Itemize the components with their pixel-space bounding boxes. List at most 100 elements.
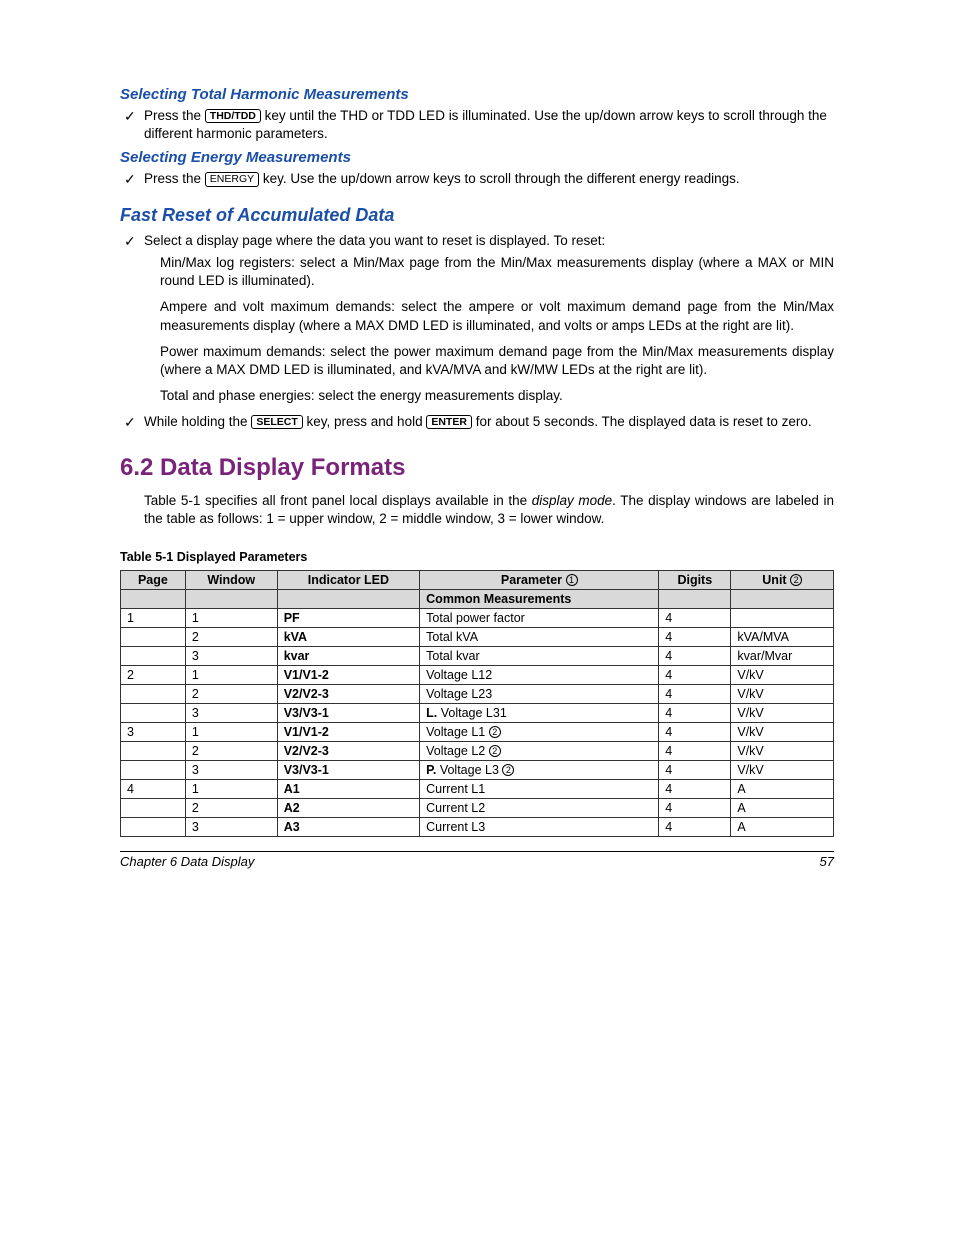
- th-unit: Unit 2: [731, 571, 834, 590]
- table-row: 41A1Current L14A: [121, 780, 834, 799]
- note-2-icon: 2: [790, 574, 802, 586]
- note-icon: 2: [489, 745, 501, 757]
- cell-parameter: L. Voltage L31: [420, 704, 659, 723]
- table-header-row: Page Window Indicator LED Parameter 1 Di…: [121, 571, 834, 590]
- cell-parameter: Voltage L2 2: [420, 742, 659, 761]
- cell-indicator-led: A2: [277, 799, 419, 818]
- cell-digits: 4: [659, 704, 731, 723]
- table-row: 2kVATotal kVA4kVA/MVA: [121, 628, 834, 647]
- text: Press the: [144, 171, 205, 186]
- cell-parameter: P. Voltage L3 2: [420, 761, 659, 780]
- key-enter: ENTER: [426, 415, 472, 429]
- cell-indicator-led: V2/V2-3: [277, 742, 419, 761]
- cell-unit: kVA/MVA: [731, 628, 834, 647]
- cell-window: 1: [185, 609, 277, 628]
- cell-digits: 4: [659, 609, 731, 628]
- cell-window: 3: [185, 761, 277, 780]
- para-ampere: Ampere and volt maximum demands: select …: [160, 298, 834, 334]
- heading-harmonic: Selecting Total Harmonic Measurements: [120, 86, 834, 103]
- param-text: Voltage L2: [426, 744, 485, 758]
- text: for about 5 seconds. The displayed data …: [476, 414, 812, 429]
- cell-digits: 4: [659, 761, 731, 780]
- text: Press the: [144, 108, 205, 123]
- table-row: 11PFTotal power factor4: [121, 609, 834, 628]
- cell-digits: 4: [659, 666, 731, 685]
- cell-window: 2: [185, 799, 277, 818]
- text: Unit: [762, 573, 786, 587]
- param-text: Current L3: [426, 820, 485, 834]
- table-row: 31V1/V1-2Voltage L1 24V/kV: [121, 723, 834, 742]
- cell-subgroup: Common Measurements: [420, 590, 659, 609]
- cell: [277, 590, 419, 609]
- cell-digits: 4: [659, 647, 731, 666]
- text: Table 5-1 specifies all front panel loca…: [144, 493, 532, 508]
- cell-window: 3: [185, 704, 277, 723]
- cell-indicator-led: kvar: [277, 647, 419, 666]
- param-text: Total kvar: [426, 649, 480, 663]
- cell-unit: V/kV: [731, 666, 834, 685]
- bullet-energy: Press the ENERGY key. Use the up/down ar…: [124, 170, 834, 188]
- cell-window: 3: [185, 647, 277, 666]
- param-text: Voltage L31: [441, 706, 507, 720]
- param-text: Voltage L12: [426, 668, 492, 682]
- cell-window: 2: [185, 628, 277, 647]
- cell-page: [121, 704, 186, 723]
- th-window: Window: [185, 571, 277, 590]
- cell-window: 1: [185, 723, 277, 742]
- bullet-fast-reset-1: Select a display page where the data you…: [124, 232, 834, 250]
- cell-indicator-led: A1: [277, 780, 419, 799]
- param-prefix: L.: [426, 706, 441, 720]
- bullet-harmonic: Press the THD/TDD key until the THD or T…: [124, 107, 834, 143]
- cell-indicator-led: V3/V3-1: [277, 761, 419, 780]
- cell-unit: kvar/Mvar: [731, 647, 834, 666]
- param-text: Current L2: [426, 801, 485, 815]
- table-row: 3A3Current L34A: [121, 818, 834, 837]
- para-minmax: Min/Max log registers: select a Min/Max …: [160, 254, 834, 290]
- cell-page: [121, 647, 186, 666]
- cell-unit: V/kV: [731, 761, 834, 780]
- cell-window: 2: [185, 742, 277, 761]
- table-displayed-parameters: Page Window Indicator LED Parameter 1 Di…: [120, 570, 834, 837]
- heading-energy: Selecting Energy Measurements: [120, 149, 834, 166]
- table-row: 2V2/V2-3Voltage L234V/kV: [121, 685, 834, 704]
- cell-parameter: Voltage L12: [420, 666, 659, 685]
- param-text: Voltage L23: [426, 687, 492, 701]
- cell-unit: V/kV: [731, 742, 834, 761]
- th-parameter: Parameter 1: [420, 571, 659, 590]
- page: Selecting Total Harmonic Measurements Pr…: [0, 0, 954, 1235]
- table-row: 3V3/V3-1P. Voltage L3 24V/kV: [121, 761, 834, 780]
- cell-page: 2: [121, 666, 186, 685]
- table-caption: Table 5-1 Displayed Parameters: [120, 550, 834, 564]
- param-text: Voltage L1: [426, 725, 485, 739]
- th-digits: Digits: [659, 571, 731, 590]
- cell-page: [121, 685, 186, 704]
- table-row: 21V1/V1-2Voltage L124V/kV: [121, 666, 834, 685]
- page-footer: Chapter 6 Data Display 57: [120, 851, 834, 869]
- cell-unit: A: [731, 799, 834, 818]
- text-em: display mode: [532, 493, 612, 508]
- cell-digits: 4: [659, 799, 731, 818]
- cell-parameter: Total kvar: [420, 647, 659, 666]
- cell-parameter: Total kVA: [420, 628, 659, 647]
- cell-page: 3: [121, 723, 186, 742]
- cell-window: 3: [185, 818, 277, 837]
- table-subgroup-row: Common Measurements: [121, 590, 834, 609]
- cell-window: 1: [185, 780, 277, 799]
- cell-page: [121, 742, 186, 761]
- param-text: Current L1: [426, 782, 485, 796]
- cell: [121, 590, 186, 609]
- cell-window: 2: [185, 685, 277, 704]
- param-text: Total power factor: [426, 611, 525, 625]
- note-icon: 2: [489, 726, 501, 738]
- text: key, press and hold: [307, 414, 427, 429]
- cell-parameter: Current L1: [420, 780, 659, 799]
- note-1-icon: 1: [566, 574, 578, 586]
- text: While holding the: [144, 414, 251, 429]
- cell-digits: 4: [659, 742, 731, 761]
- cell-digits: 4: [659, 780, 731, 799]
- cell-parameter: Current L2: [420, 799, 659, 818]
- para-power: Power maximum demands: select the power …: [160, 343, 834, 379]
- th-indicator-led: Indicator LED: [277, 571, 419, 590]
- key-energy: ENERGY: [205, 172, 259, 186]
- cell-parameter: Total power factor: [420, 609, 659, 628]
